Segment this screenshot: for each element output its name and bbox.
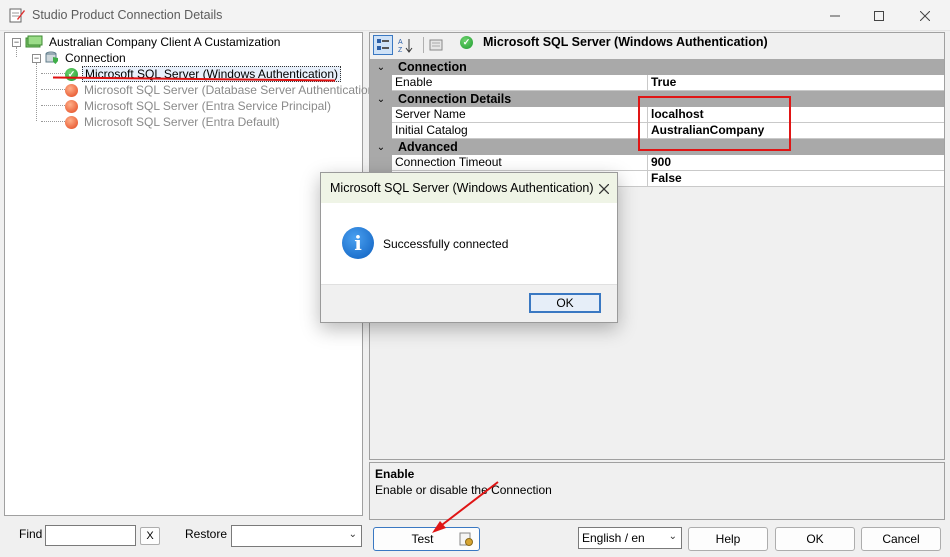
minimize-icon — [830, 15, 840, 16]
close-icon — [598, 183, 610, 195]
maximize-icon — [874, 10, 884, 21]
window-title: Studio Product Connection Details — [32, 8, 223, 22]
category-label: Connection — [398, 60, 467, 74]
find-input[interactable] — [45, 525, 136, 546]
close-icon — [920, 10, 930, 21]
dialog-ok-button[interactable]: OK — [529, 293, 601, 313]
property-pages-button[interactable] — [426, 35, 446, 55]
test-connection-icon — [459, 532, 473, 546]
toolbar-separator — [423, 37, 424, 53]
ok-button[interactable]: OK — [775, 527, 855, 551]
description-text: Enable or disable the Connection — [375, 483, 552, 497]
connection-group-icon — [25, 35, 43, 48]
minimize-button[interactable] — [812, 0, 858, 31]
tree-line — [16, 47, 17, 57]
test-button[interactable]: Test — [373, 527, 480, 551]
dialog-message: Successfully connected — [383, 237, 509, 251]
close-button[interactable] — [902, 0, 948, 31]
tree-group-label: Connection — [65, 51, 126, 65]
check-icon: ✓ — [460, 35, 473, 49]
property-row-enable[interactable]: Enable True — [392, 75, 944, 91]
property-value[interactable]: False — [648, 171, 944, 186]
tree-item-db-auth[interactable]: Microsoft SQL Server (Database Server Au… — [65, 82, 380, 98]
tree-line — [41, 121, 65, 122]
category-gutter — [370, 75, 392, 91]
alphabetical-button[interactable]: A Z — [395, 35, 415, 55]
test-button-label: Test — [411, 532, 434, 546]
property-name: Connection Timeout — [392, 155, 648, 170]
dialog-title: Microsoft SQL Server (Windows Authentica… — [330, 181, 594, 195]
restore-dropdown[interactable]: ⌄ — [231, 525, 362, 547]
database-shield-icon — [45, 51, 58, 64]
property-name: Enable — [392, 75, 648, 90]
tree-item-entra-sp[interactable]: Microsoft SQL Server (Entra Service Prin… — [65, 98, 333, 114]
connection-tree[interactable]: − Australian Company Client A Custamizat… — [4, 32, 378, 516]
info-icon: i — [342, 227, 374, 259]
dialog-footer: OK — [321, 284, 617, 322]
property-row-connection-timeout[interactable]: Connection Timeout 900 — [392, 155, 944, 171]
description-pane: Enable Enable or disable the Connection — [369, 462, 945, 520]
property-value[interactable]: 900 — [648, 155, 944, 170]
grid-title-text: Microsoft SQL Server (Windows Authentica… — [483, 35, 768, 49]
cancel-button[interactable]: Cancel — [861, 527, 941, 551]
message-dialog: Microsoft SQL Server (Windows Authentica… — [320, 172, 618, 323]
tree-line — [41, 105, 65, 106]
help-button[interactable]: Help — [688, 527, 768, 551]
error-status-icon — [65, 99, 78, 113]
tree-line — [36, 63, 37, 121]
category-connection[interactable]: ⌄ Connection — [370, 59, 944, 75]
restore-label: Restore — [185, 527, 228, 541]
collapse-icon[interactable]: ⌄ — [370, 62, 392, 73]
chevron-down-icon: ⌄ — [348, 529, 357, 540]
tree-line — [41, 73, 65, 74]
collapse-icon[interactable]: ⌄ — [370, 94, 392, 105]
tree-line — [41, 89, 65, 90]
tree-item-label: Microsoft SQL Server (Entra Default) — [84, 115, 280, 129]
find-clear-button[interactable]: X — [140, 527, 160, 545]
grid-toolbar: A Z ✓ Microsoft SQL Server (Windows Auth… — [370, 33, 944, 58]
find-label: Find — [19, 527, 43, 541]
description-title: Enable — [375, 467, 415, 481]
categorized-icon — [377, 39, 389, 50]
title-bar: Studio Product Connection Details — [0, 0, 950, 31]
chevron-down-icon: ⌄ — [668, 531, 677, 542]
language-dropdown[interactable]: English / en ⌄ — [578, 527, 682, 549]
property-pages-icon — [429, 39, 443, 51]
maximize-button[interactable] — [856, 0, 902, 31]
tree-item-entra-default[interactable]: Microsoft SQL Server (Entra Default) — [65, 114, 282, 130]
app-icon — [9, 8, 25, 23]
tree-item-label: Microsoft SQL Server (Database Server Au… — [84, 83, 379, 97]
tree-root-label: Australian Company Client A Custamizatio… — [49, 35, 281, 49]
dialog-close-button[interactable] — [598, 178, 610, 199]
category-gutter — [370, 107, 392, 139]
category-label: Advanced — [398, 140, 458, 154]
svg-text:A: A — [398, 39, 403, 46]
svg-text:Z: Z — [398, 47, 403, 53]
grid-title: ✓ Microsoft SQL Server (Windows Authenti… — [460, 35, 768, 49]
property-value[interactable]: True — [648, 75, 944, 90]
error-status-icon — [65, 83, 78, 97]
sort-az-icon: A Z — [398, 39, 413, 53]
collapse-root-toggle[interactable]: − — [12, 38, 21, 47]
annotation-highlight-box — [638, 96, 791, 151]
category-label: Connection Details — [398, 92, 512, 106]
error-status-icon — [65, 115, 78, 129]
categorized-button[interactable] — [373, 35, 393, 55]
language-value: English / en — [582, 531, 645, 545]
tree-item-label: Microsoft SQL Server (Entra Service Prin… — [84, 99, 331, 113]
collapse-connection-toggle[interactable]: − — [32, 54, 41, 63]
collapse-icon[interactable]: ⌄ — [370, 142, 392, 153]
tree-root[interactable]: Australian Company Client A Custamizatio… — [25, 34, 282, 50]
tree-connection-group[interactable]: Connection — [45, 50, 128, 66]
property-name: Initial Catalog — [392, 123, 648, 138]
property-name: Server Name — [392, 107, 648, 122]
